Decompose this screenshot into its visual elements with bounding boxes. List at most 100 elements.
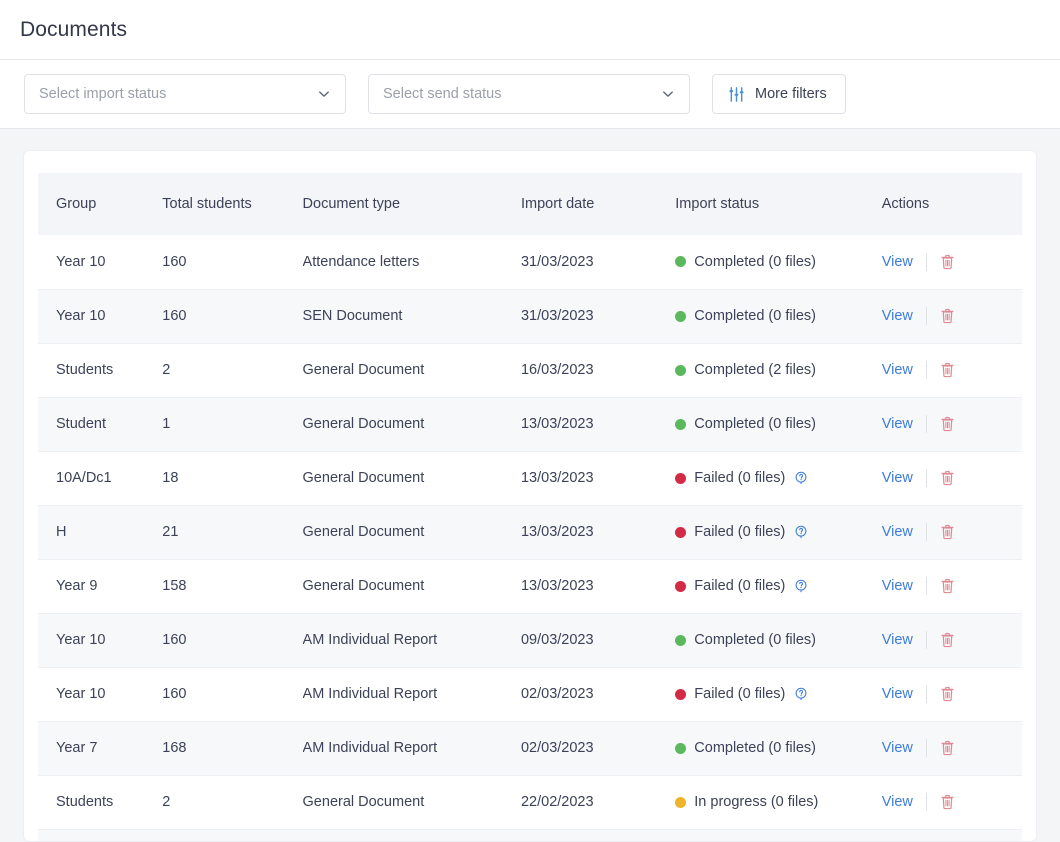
view-link[interactable]: View <box>882 308 913 324</box>
row-actions: View <box>882 739 1022 757</box>
trash-icon[interactable] <box>940 362 955 378</box>
chevron-down-icon <box>661 87 675 101</box>
row-actions: View <box>882 685 1022 703</box>
cell-actions: View <box>881 289 1022 344</box>
action-divider <box>925 469 927 487</box>
cell-import-status: Completed (0 files) <box>675 613 882 668</box>
status-badge: Completed (0 files) <box>675 740 881 756</box>
cell-document-type <box>302 829 521 841</box>
cell-group: 10A/Dc1 <box>38 451 163 506</box>
trash-icon[interactable] <box>940 254 955 270</box>
help-circle-icon[interactable] <box>794 687 808 701</box>
help-circle-icon[interactable] <box>794 525 808 539</box>
cell-import-date: 31/03/2023 <box>520 289 676 344</box>
import-status-select[interactable]: Select import status <box>24 74 346 114</box>
trash-icon[interactable] <box>940 578 955 594</box>
status-label: Completed (0 files) <box>694 632 816 648</box>
cell-document-type: General Document <box>302 343 521 398</box>
action-divider <box>925 307 927 325</box>
view-link[interactable]: View <box>882 254 913 270</box>
cell-group: Student <box>38 397 163 452</box>
help-circle-icon[interactable] <box>794 471 808 485</box>
more-filters-label: More filters <box>755 86 827 102</box>
table-row: Year 9 158 General Document 13/03/2023 Faile… <box>38 559 1022 614</box>
cell-document-type: General Document <box>302 505 521 560</box>
more-filters-button[interactable]: More filters <box>712 74 846 114</box>
status-label: Failed (0 files) <box>694 470 786 486</box>
documents-table: Group Total students Document type Impor… <box>38 173 1022 841</box>
view-link[interactable]: View <box>882 794 913 810</box>
view-link[interactable]: View <box>882 470 913 486</box>
view-link[interactable]: View <box>882 632 913 648</box>
view-link[interactable]: View <box>882 686 913 702</box>
cell-import-date: 22/02/2023 <box>520 775 676 830</box>
action-divider <box>925 523 927 541</box>
cell-total-students: 21 <box>162 505 303 560</box>
cell-group <box>38 829 163 841</box>
view-link[interactable]: View <box>882 362 913 378</box>
cell-document-type: General Document <box>302 451 521 506</box>
column-header-document-type: Document type <box>302 173 521 235</box>
trash-icon[interactable] <box>940 632 955 648</box>
cell-actions: View <box>881 721 1022 776</box>
view-link[interactable]: View <box>882 416 913 432</box>
view-link[interactable]: View <box>882 578 913 594</box>
trash-icon[interactable] <box>940 308 955 324</box>
status-label: Completed (0 files) <box>694 253 816 270</box>
view-link[interactable]: View <box>882 524 913 540</box>
status-dot-failed <box>675 688 687 700</box>
status-dot-failed <box>675 580 687 592</box>
cell-group: H <box>38 505 163 560</box>
status-badge: Failed (0 files) <box>675 686 881 702</box>
cell-total-students: 160 <box>162 613 303 668</box>
cell-actions: View <box>881 613 1022 668</box>
cell-group: Year 10 <box>38 235 163 290</box>
trash-icon[interactable] <box>940 794 955 810</box>
cell-import-date: 02/03/2023 <box>520 667 676 722</box>
trash-icon[interactable] <box>940 740 955 756</box>
table-row: Year 10 160 AM Individual Report 09/03/2023… <box>38 613 1022 668</box>
cell-import-date: 31/03/2023 <box>520 235 676 290</box>
sliders-icon <box>728 86 745 103</box>
cell-import-status: Failed (0 files) <box>675 667 882 722</box>
cell-group: Year 10 <box>38 289 163 344</box>
table-row: Year 10 160 SEN Document 31/03/2023 Complete… <box>38 289 1022 344</box>
status-label: In progress (0 files) <box>694 794 819 810</box>
row-actions: View <box>882 307 1022 325</box>
cell-document-type: General Document <box>302 775 521 830</box>
column-header-import-status: Import status <box>675 173 882 235</box>
status-label: Failed (0 files) <box>694 686 786 702</box>
table-body: Year 10 160 Attendance letters 31/03/2023 Co… <box>38 235 1022 841</box>
trash-icon[interactable] <box>940 416 955 432</box>
cell-actions: View <box>881 559 1022 614</box>
help-circle-icon[interactable] <box>794 579 808 593</box>
row-actions: View <box>882 361 1022 379</box>
cell-import-date: 16/03/2023 <box>520 343 676 398</box>
action-divider <box>925 793 927 811</box>
table-row: Students 2 General Document 16/03/2023 Compl… <box>38 343 1022 398</box>
cell-actions: View <box>881 235 1022 290</box>
cell-total-students: 160 <box>162 667 303 722</box>
table-row: Year 7 168 AM Individual Report 02/03/2023 C… <box>38 721 1022 776</box>
status-badge: Completed (0 files) <box>675 632 881 648</box>
cell-import-date: 13/03/2023 <box>520 451 676 506</box>
page-header: Documents <box>0 0 1060 60</box>
trash-icon[interactable] <box>940 524 955 540</box>
trash-icon[interactable] <box>940 686 955 702</box>
view-link[interactable]: View <box>882 740 913 756</box>
cell-total-students: 2 <box>162 343 303 398</box>
row-actions: View <box>882 252 1022 271</box>
cell-document-type: SEN Document <box>302 289 521 344</box>
filter-bar: Select import status Select send status <box>0 60 1060 129</box>
cell-import-status: Completed (0 files) <box>675 397 882 452</box>
cell-total-students: 158 <box>162 559 303 614</box>
column-header-actions: Actions <box>881 173 1022 235</box>
cell-actions <box>881 829 1022 841</box>
cell-actions: View <box>881 505 1022 560</box>
trash-icon[interactable] <box>940 470 955 486</box>
cell-actions: View <box>881 667 1022 722</box>
table-row: Year 10 160 Attendance letters 31/03/2023 Co… <box>38 235 1022 290</box>
action-divider <box>925 739 927 757</box>
status-dot-failed <box>675 526 687 538</box>
send-status-select[interactable]: Select send status <box>368 74 690 114</box>
